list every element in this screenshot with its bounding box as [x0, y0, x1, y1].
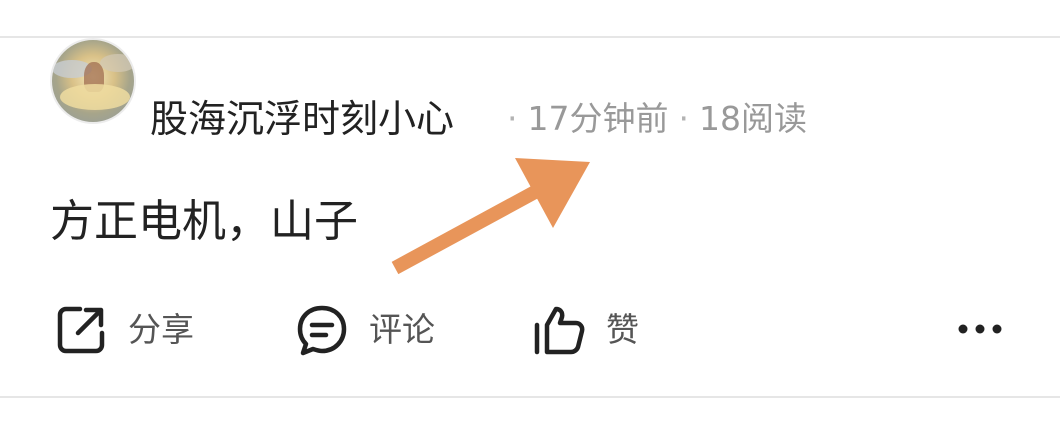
like-label: 赞	[606, 310, 639, 349]
share-button[interactable]: 分享	[54, 303, 194, 357]
post-time: 17分钟前	[527, 99, 669, 138]
avatar[interactable]	[50, 38, 136, 124]
like-button[interactable]: 赞	[532, 303, 639, 357]
post-meta: · 17分钟前 · 18阅读	[497, 97, 807, 141]
more-dots-icon[interactable]	[955, 314, 1005, 344]
avatar-cloud	[100, 54, 134, 72]
comment-icon	[297, 305, 347, 356]
page: 股海沉浮时刻小心 · 17分钟前 · 18阅读 方正电机，山子 分享 评论 赞	[0, 0, 1060, 439]
share-label: 分享	[128, 310, 194, 349]
top-divider	[0, 36, 1060, 38]
comment-button[interactable]: 评论	[295, 303, 435, 357]
read-count: 18阅读	[699, 99, 807, 138]
avatar-cloud	[60, 84, 130, 110]
meta-separator: ·	[507, 99, 518, 138]
bottom-divider	[0, 396, 1060, 398]
share-icon	[57, 306, 105, 354]
thumbs-up-icon	[534, 306, 585, 355]
annotation-arrow-icon	[391, 158, 590, 275]
post-content[interactable]: 方正电机，山子	[50, 192, 358, 252]
comment-label: 评论	[369, 310, 435, 349]
meta-separator: ·	[678, 99, 690, 138]
author-name[interactable]: 股海沉浮时刻小心	[150, 95, 454, 143]
